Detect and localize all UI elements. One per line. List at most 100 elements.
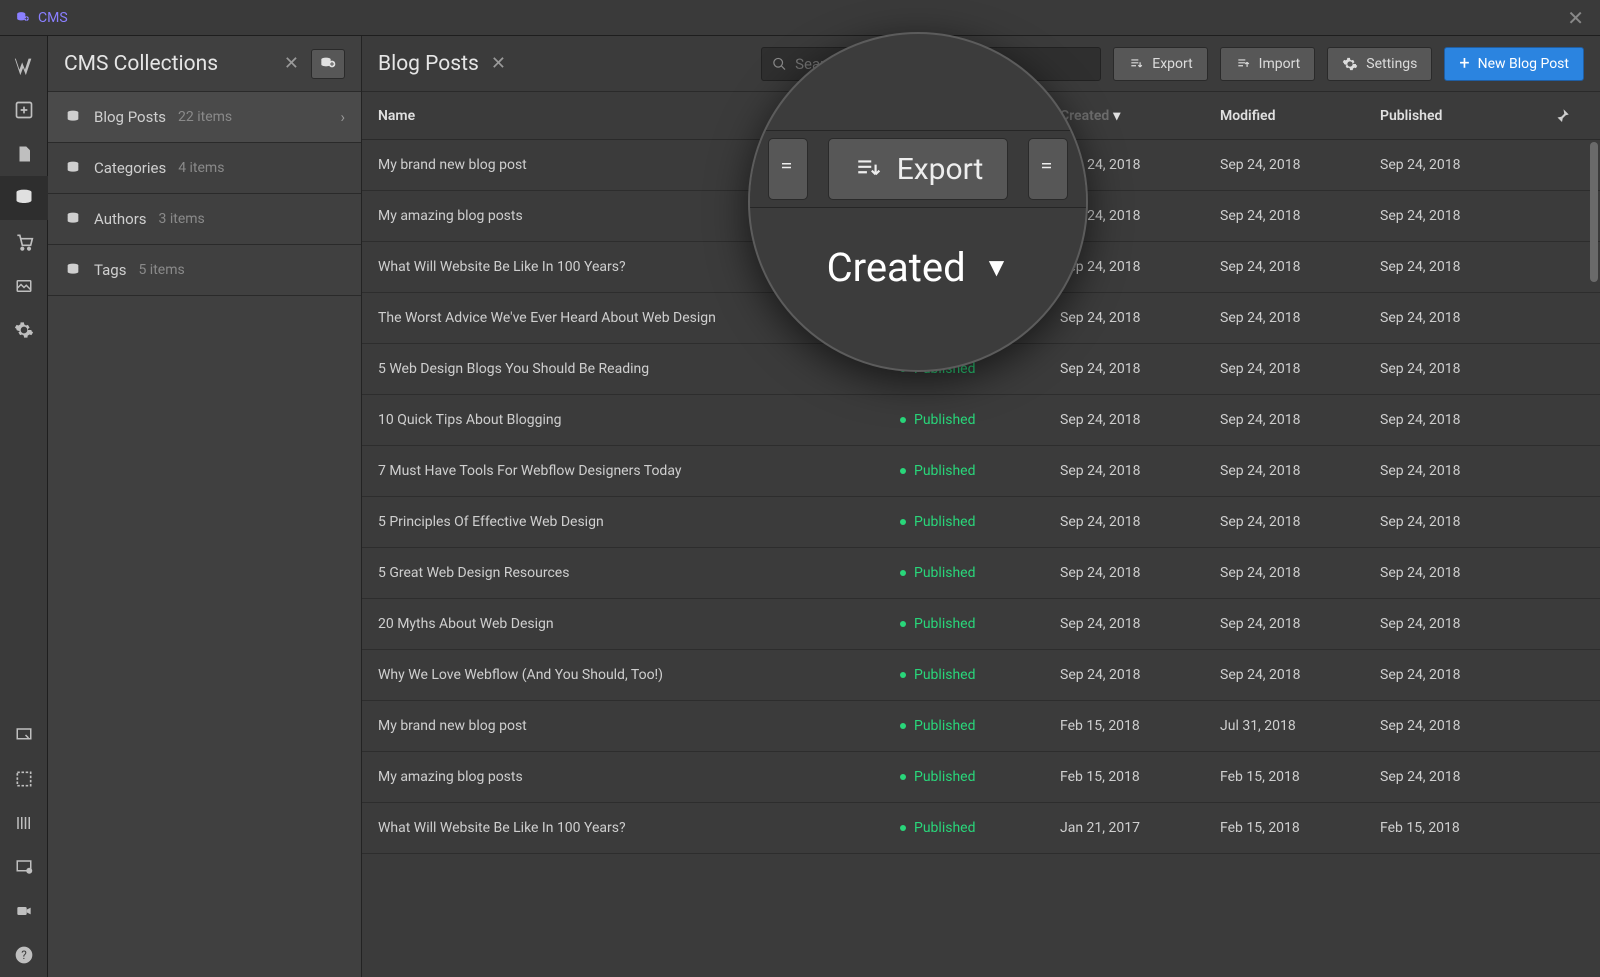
status-dot-icon [900, 723, 906, 729]
mag-export-button[interactable]: Export [828, 138, 1009, 200]
audit-icon[interactable] [0, 801, 48, 845]
settings-button[interactable]: Settings [1327, 47, 1432, 81]
table-row[interactable]: 7 Must Have Tools For Webflow Designers … [362, 446, 1600, 497]
cell-published: Sep 24, 2018 [1380, 463, 1540, 479]
collections-panel: CMS Collections ✕ Blog Posts22 items›Cat… [48, 36, 362, 977]
scrollbar[interactable] [1590, 142, 1598, 282]
cell-name: 7 Must Have Tools For Webflow Designers … [378, 463, 900, 479]
cell-published: Feb 15, 2018 [1380, 820, 1540, 836]
cell-published: Sep 24, 2018 [1380, 514, 1540, 530]
cell-published: Sep 24, 2018 [1380, 310, 1540, 326]
cell-name: 5 Great Web Design Resources [378, 565, 900, 581]
items-close-icon[interactable]: ✕ [491, 53, 506, 74]
table-row[interactable]: 10 Quick Tips About BloggingPublished Sep… [362, 395, 1600, 446]
cell-published: Sep 24, 2018 [1380, 412, 1540, 428]
cell-published: Sep 24, 2018 [1380, 361, 1540, 377]
cms-nav-icon[interactable] [0, 176, 48, 220]
collection-item[interactable]: Blog Posts22 items› [48, 92, 361, 143]
table-row[interactable]: 5 Great Web Design ResourcesPublishedSep… [362, 548, 1600, 599]
help-icon[interactable]: ? [0, 933, 48, 977]
cell-status: Published [900, 718, 1060, 734]
cell-created: Feb 15, 2018 [1060, 769, 1220, 785]
cell-published: Sep 24, 2018 [1380, 616, 1540, 632]
crop-icon[interactable] [0, 757, 48, 801]
status-dot-icon [900, 519, 906, 525]
collection-item[interactable]: Categories4 items [48, 143, 361, 194]
plus-icon: + [1459, 55, 1469, 73]
cell-modified: Sep 24, 2018 [1220, 259, 1380, 275]
cell-status: Published [900, 616, 1060, 632]
cell-created: Sep 24, 2018 [1060, 463, 1220, 479]
settings-icon[interactable] [0, 308, 48, 352]
cell-modified: Jul 31, 2018 [1220, 718, 1380, 734]
breadcrumb-label: CMS [38, 10, 68, 26]
cell-published: Sep 24, 2018 [1380, 718, 1540, 734]
close-panel-button[interactable]: ✕ [1559, 2, 1592, 34]
cell-name: My brand new blog post [378, 718, 900, 734]
assets-icon[interactable] [0, 264, 48, 308]
video-icon[interactable] [0, 889, 48, 933]
status-dot-icon [900, 621, 906, 627]
sort-desc-icon: ▾ [1113, 108, 1120, 124]
collection-item[interactable]: Tags5 items [48, 245, 361, 296]
cell-modified: Sep 24, 2018 [1220, 361, 1380, 377]
table-row[interactable]: Why We Love Webflow (And You Should, Too… [362, 650, 1600, 701]
new-item-button[interactable]: + New Blog Post [1444, 47, 1584, 81]
import-button[interactable]: Import [1220, 47, 1316, 81]
add-icon[interactable] [0, 88, 48, 132]
preview-icon[interactable] [0, 713, 48, 757]
cell-status: Published [900, 820, 1060, 836]
cell-modified: Sep 24, 2018 [1220, 412, 1380, 428]
backup-icon[interactable] [0, 845, 48, 889]
left-rail: ? [0, 36, 48, 977]
export-button[interactable]: Export [1113, 47, 1207, 81]
items-title: Blog Posts [378, 52, 479, 76]
table-row[interactable]: 20 Myths About Web DesignPublishedSep 24… [362, 599, 1600, 650]
cell-modified: Sep 24, 2018 [1220, 667, 1380, 683]
col-modified[interactable]: Modified [1220, 108, 1380, 124]
table-row[interactable]: What Will Website Be Like In 100 Years?P… [362, 803, 1600, 854]
status-dot-icon [900, 774, 906, 780]
ecommerce-icon[interactable] [0, 220, 48, 264]
cell-name: 10 Quick Tips About Blogging [378, 412, 900, 428]
cell-created: Sep 24, 2018 [1060, 514, 1220, 530]
status-dot-icon [900, 672, 906, 678]
cell-published: Sep 24, 2018 [1380, 208, 1540, 224]
mag-right-button-fragment [1028, 138, 1068, 200]
mag-created-header[interactable]: Created ▼ [750, 244, 1086, 291]
collection-name: Categories [94, 159, 166, 177]
cell-created: Sep 24, 2018 [1060, 616, 1220, 632]
cell-status: Published [900, 412, 1060, 428]
magnifier-overlay: Export Created ▼ [748, 32, 1088, 372]
database-icon [64, 262, 82, 278]
collections-close-icon[interactable]: ✕ [284, 53, 299, 74]
pages-icon[interactable] [0, 132, 48, 176]
cms-icon [14, 11, 32, 25]
collection-name: Authors [94, 210, 147, 228]
cell-status: Published [900, 667, 1060, 683]
gear-icon [1342, 56, 1358, 72]
table-row[interactable]: 5 Principles Of Effective Web DesignPubl… [362, 497, 1600, 548]
export-icon [1128, 57, 1144, 71]
cell-published: Sep 24, 2018 [1380, 565, 1540, 581]
collection-count: 5 items [138, 262, 184, 278]
table-row[interactable]: My amazing blog postsPublishedFeb 15, 20… [362, 752, 1600, 803]
cell-created: Sep 24, 2018 [1060, 565, 1220, 581]
status-dot-icon [900, 417, 906, 423]
table-row[interactable]: My brand new blog postPublishedFeb 15, 2… [362, 701, 1600, 752]
pin-column-button[interactable] [1540, 107, 1584, 125]
collection-item[interactable]: Authors3 items [48, 194, 361, 245]
database-icon [64, 160, 82, 176]
col-published[interactable]: Published [1380, 108, 1540, 124]
cell-modified: Sep 24, 2018 [1220, 157, 1380, 173]
cell-published: Sep 24, 2018 [1380, 157, 1540, 173]
logo-icon[interactable] [0, 44, 48, 88]
add-collection-button[interactable] [311, 49, 345, 79]
export-icon [853, 156, 883, 182]
cell-published: Sep 24, 2018 [1380, 667, 1540, 683]
cell-modified: Sep 24, 2018 [1220, 310, 1380, 326]
status-dot-icon [900, 570, 906, 576]
chevron-right-icon: › [340, 108, 345, 126]
collection-count: 22 items [178, 109, 232, 125]
cell-status: Published [900, 565, 1060, 581]
